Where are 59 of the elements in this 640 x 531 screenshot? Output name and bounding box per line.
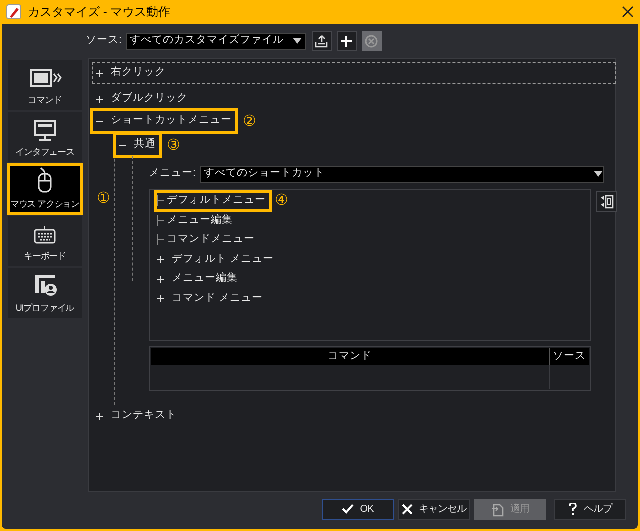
tree-item[interactable]: コンテキスト <box>93 406 180 426</box>
sidebar-item[interactable]: インタフェース <box>8 112 82 162</box>
check-icon <box>342 503 354 515</box>
tree-item[interactable]: メニュー編集 <box>157 212 233 228</box>
plus-icon[interactable] <box>157 256 164 264</box>
menu-dropdown[interactable]: すべてのショートカット <box>200 166 604 182</box>
panel-toggle-button[interactable] <box>596 191 617 212</box>
export-button[interactable] <box>312 31 332 51</box>
monitor-icon <box>33 118 57 140</box>
tree-item[interactable]: 右クリック <box>93 63 615 83</box>
tree-item[interactable]: コマンドメニュー <box>157 232 255 248</box>
window-title: カスタマイズ - マウス動作 <box>28 4 171 21</box>
remove-icon <box>365 34 378 48</box>
plus-icon[interactable] <box>96 96 103 102</box>
annotation-number: ② <box>243 114 256 128</box>
sidebar-item[interactable]: マウス アクション <box>8 164 82 214</box>
tree-item[interactable]: 共通 <box>116 135 159 155</box>
column-header[interactable]: ソース <box>549 348 589 365</box>
panel-layout-icon <box>600 194 614 208</box>
tree-line-icon <box>157 195 164 206</box>
export-icon <box>314 34 330 48</box>
source-label: ソース: <box>86 33 122 48</box>
tree-item[interactable]: ダブルクリック <box>93 89 191 109</box>
help-button[interactable]: ヘルプ <box>554 498 626 520</box>
plus-icon <box>341 36 352 46</box>
menu-label: メニュー: <box>149 166 196 182</box>
caret-icon <box>594 171 603 177</box>
mouse-icon <box>36 166 54 192</box>
source-dropdown[interactable]: すべてのカスタマイズファイル <box>126 32 306 50</box>
sidebar-item[interactable]: キーボード <box>8 216 82 266</box>
ok-button[interactable]: OK <box>322 498 394 520</box>
close-icon[interactable] <box>622 6 634 18</box>
caret-icon <box>292 38 302 44</box>
plus-icon[interactable] <box>96 412 103 420</box>
tree-item[interactable]: ショートカットメニュー <box>93 111 235 131</box>
tree-line-icon <box>157 234 164 246</box>
tree-item[interactable]: コマンド メニュー <box>157 290 263 307</box>
tree-line-icon <box>157 214 164 226</box>
plus-icon[interactable] <box>157 276 164 283</box>
annotation-number: ④ <box>275 193 288 208</box>
profile-icon <box>33 272 57 296</box>
column-header[interactable]: コマンド <box>151 348 549 365</box>
close-icon <box>402 504 413 514</box>
tree-item[interactable]: デフォルト メニュー <box>157 252 274 268</box>
annotation-number: ① <box>97 191 110 206</box>
cancel-button[interactable]: キャンセル <box>398 498 470 520</box>
plus-icon[interactable] <box>157 295 164 302</box>
tree-item[interactable]: デフォルトメニュー <box>157 192 269 209</box>
sidebar-item[interactable]: コマンド <box>8 60 82 110</box>
keyboard-icon <box>33 224 57 244</box>
sidebar-item[interactable]: UIプロファイル <box>8 268 82 318</box>
app-icon <box>6 4 22 20</box>
document-icon <box>490 502 504 516</box>
plus-icon[interactable] <box>96 70 103 76</box>
annotation-number: ③ <box>167 138 180 152</box>
help-icon <box>568 503 578 515</box>
text-box-icon <box>28 66 62 88</box>
tree-item[interactable]: メニュー編集 <box>157 271 238 288</box>
add-button[interactable] <box>336 31 357 51</box>
